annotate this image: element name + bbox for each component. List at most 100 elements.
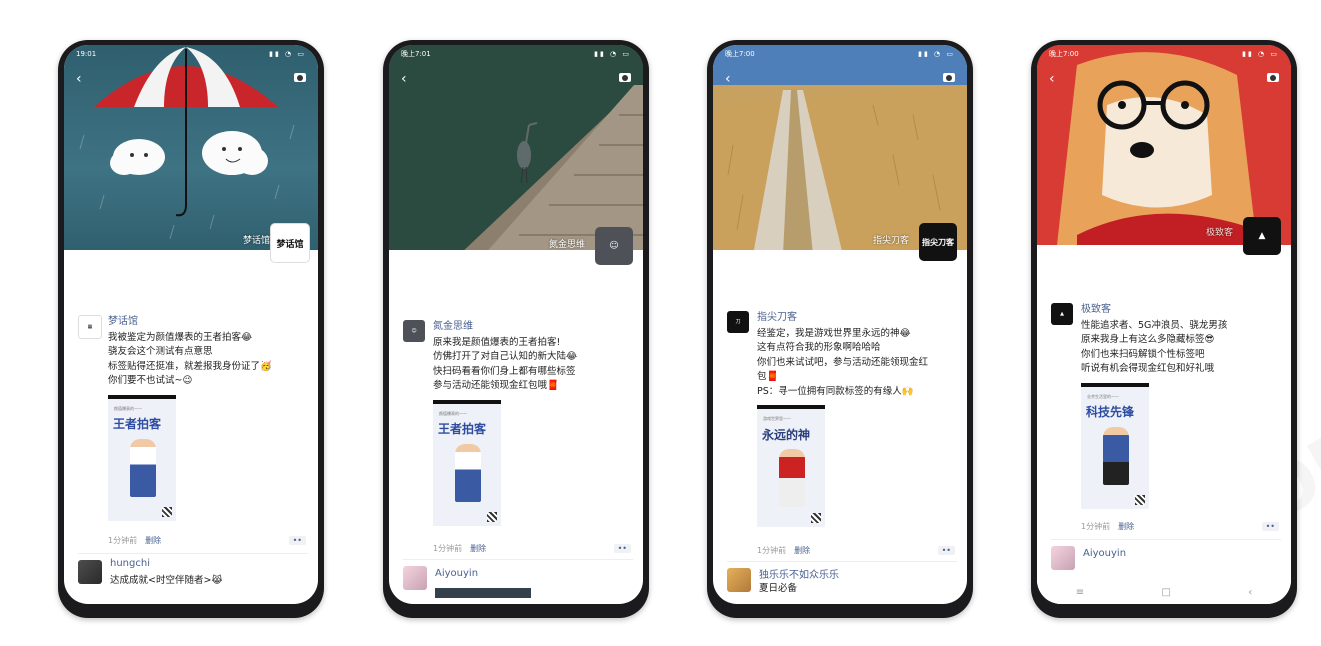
phone-1: 19:01 ▮▮ ◔ ▭ ‹ 梦话馆 梦话馆 ▦ 梦话馆 我被鉴定为颜值爆表的王… bbox=[58, 40, 324, 618]
post-time: 1分钟前 bbox=[757, 546, 787, 555]
umbrella-illustration bbox=[79, 47, 295, 240]
delete-link[interactable]: 删除 bbox=[470, 544, 486, 553]
cover-image-umbrella bbox=[64, 45, 318, 250]
owner-avatar[interactable]: 指尖刀客 bbox=[919, 223, 957, 261]
post-author-name[interactable]: 指尖刀客 bbox=[757, 311, 957, 326]
post-author-name[interactable]: 极致客 bbox=[1081, 303, 1281, 318]
delete-link[interactable]: 删除 bbox=[794, 546, 810, 555]
signal-battery-icons: ▮▮ ◔ ▭ bbox=[918, 50, 955, 58]
owner-avatar[interactable]: ☺ bbox=[595, 227, 633, 265]
owner-avatar[interactable]: ▲ bbox=[1243, 217, 1281, 255]
status-time: 晚上7:01 bbox=[401, 50, 431, 58]
comment-avatar[interactable] bbox=[1051, 546, 1075, 570]
post-poster-image[interactable]: 颜值爆表的—— 王者拍客 bbox=[108, 394, 176, 521]
post-text-line: 骁友会这个测试有点意思 bbox=[108, 346, 213, 357]
post-avatar[interactable]: 刀 bbox=[727, 311, 749, 333]
delete-link[interactable]: 删除 bbox=[145, 536, 161, 545]
post-author-name[interactable]: 氮金思维 bbox=[433, 320, 633, 335]
post-meta: 1分钟前 删除 •• bbox=[433, 543, 631, 554]
post-text-line: 我被鉴定为颜值爆表的王者拍客😂 bbox=[108, 331, 253, 343]
poster-subtitle: 游戏世界里—— bbox=[763, 416, 791, 421]
post-text-line: PS：寻一位拥有同款标签的有缘人🙌 bbox=[757, 385, 914, 397]
screenshot-collage: BOOD BOOD bbox=[0, 0, 1321, 646]
owner-avatar-text: 梦话馆 bbox=[276, 239, 304, 250]
post-text-line: 这有点符合我的形象啊哈哈哈 bbox=[757, 342, 881, 353]
back-icon[interactable]: ‹ bbox=[725, 71, 731, 87]
more-actions-button[interactable]: •• bbox=[937, 546, 955, 555]
signal-battery-icons: ▮▮ ◔ ▭ bbox=[1242, 50, 1279, 58]
android-nav-bar: ≡ □ ‹ bbox=[1037, 580, 1291, 604]
delete-link[interactable]: 删除 bbox=[1118, 522, 1134, 531]
post-poster-image[interactable]: 游戏世界里—— 永远的神 bbox=[757, 405, 825, 527]
comment-row: Aiyouyin bbox=[1051, 539, 1281, 578]
post-avatar[interactable]: ▲ bbox=[1051, 303, 1073, 325]
status-time: 晚上7:00 bbox=[725, 50, 755, 58]
phone-3: 晚上7:00 ▮▮ ◔ ▭ ‹ 指尖刀客 指尖刀客 刀 指尖刀客 经鉴定，我是游… bbox=[707, 40, 973, 618]
status-bar: 晚上7:01 ▮▮ ◔ ▭ bbox=[389, 45, 643, 63]
post-avatar[interactable]: ▦ bbox=[78, 315, 102, 339]
camera-icon[interactable] bbox=[294, 73, 306, 82]
owner-avatar-text: 指尖刀客 bbox=[922, 237, 954, 247]
signal-battery-icons: ▮▮ ◔ ▭ bbox=[269, 50, 306, 58]
signal-battery-icons: ▮▮ ◔ ▭ bbox=[594, 50, 631, 58]
post-text-line: 你们也来试试吧，参与活动还能领现金红 bbox=[757, 356, 929, 368]
comment-row: hungchi 达成成就<时空伴随者>😹 bbox=[78, 553, 308, 592]
phone-2: 晚上7:01 ▮▮ ◔ ▭ ‹ 氮金思维 ☺ ☺ 氮金思维 原来我是颜值爆表的王… bbox=[383, 40, 649, 618]
post-time: 1分钟前 bbox=[1081, 522, 1111, 531]
comment-row: Aiyouyin bbox=[403, 559, 633, 598]
post-meta: 1分钟前 删除 •• bbox=[108, 535, 306, 546]
poster-figure bbox=[130, 438, 156, 497]
owner-avatar-glyph: ☺ bbox=[609, 241, 619, 251]
comment-author[interactable]: 独乐乐不如众乐乐 bbox=[759, 566, 839, 581]
dirt-road-illustration bbox=[713, 45, 967, 250]
more-actions-button[interactable]: •• bbox=[1261, 522, 1279, 531]
home-nav-icon[interactable]: □ bbox=[1161, 587, 1170, 598]
post-text-line: 原来我是颜值爆表的王者拍客! bbox=[433, 336, 561, 348]
post-poster-image[interactable]: 业余生活里的—— 科技先锋 bbox=[1081, 382, 1149, 509]
camera-icon[interactable] bbox=[1267, 73, 1279, 82]
poster-title: 科技先锋 bbox=[1086, 405, 1135, 419]
wechat-moments-screen: 晚上7:01 ▮▮ ◔ ▭ ‹ 氮金思维 ☺ ☺ 氮金思维 原来我是颜值爆表的王… bbox=[389, 45, 643, 604]
comment-avatar[interactable] bbox=[403, 566, 427, 590]
poster-subtitle: 业余生活里的—— bbox=[1087, 393, 1119, 399]
more-actions-button[interactable]: •• bbox=[613, 544, 631, 553]
comment-avatar[interactable] bbox=[78, 560, 102, 584]
comment-image-thumb bbox=[435, 588, 531, 598]
back-icon[interactable]: ‹ bbox=[76, 71, 82, 87]
back-icon[interactable]: ‹ bbox=[401, 71, 407, 87]
moment-post: 刀 指尖刀客 经鉴定，我是游戏世界里永远的神😂 这有点符合我的形象啊哈哈哈 你们… bbox=[727, 311, 957, 527]
moment-post: ▦ 梦话馆 我被鉴定为颜值爆表的王者拍客😂 骁友会这个测试有点意思 标签贴得还挺… bbox=[78, 315, 308, 521]
owner-name: 指尖刀客 bbox=[872, 236, 909, 246]
poster-figure bbox=[1103, 426, 1129, 485]
camera-icon[interactable] bbox=[943, 73, 955, 82]
camera-icon[interactable] bbox=[619, 73, 631, 82]
qr-code-icon bbox=[811, 513, 821, 523]
post-author-name[interactable]: 梦话馆 bbox=[108, 315, 308, 330]
post-meta: 1分钟前 删除 •• bbox=[757, 545, 955, 556]
post-text-line: 标签贴得还挺准，就差报我身份证了🥳 bbox=[108, 360, 272, 372]
poster-subtitle: 颜值爆表的—— bbox=[439, 410, 467, 416]
moment-post: ☺ 氮金思维 原来我是颜值爆表的王者拍客! 仿佛打开了对自己认知的新大陆😂 快扫… bbox=[403, 320, 633, 526]
qr-code-icon bbox=[1135, 494, 1145, 505]
wechat-moments-screen: 19:01 ▮▮ ◔ ▭ ‹ 梦话馆 梦话馆 ▦ 梦话馆 我被鉴定为颜值爆表的王… bbox=[64, 45, 318, 604]
menu-nav-icon[interactable]: ≡ bbox=[1076, 587, 1084, 598]
comment-author[interactable]: Aiyouyin bbox=[435, 568, 478, 579]
status-bar: 晚上7:00 ▮▮ ◔ ▭ bbox=[713, 45, 967, 63]
post-avatar[interactable]: ☺ bbox=[403, 320, 425, 342]
back-icon[interactable]: ‹ bbox=[1049, 71, 1055, 87]
back-nav-icon[interactable]: ‹ bbox=[1248, 587, 1252, 598]
comment-text: 达成成就<时空伴随者>😹 bbox=[110, 575, 223, 586]
comment-author[interactable]: hungchi bbox=[110, 558, 150, 569]
more-actions-button[interactable]: •• bbox=[288, 536, 306, 545]
owner-avatar[interactable]: 梦话馆 bbox=[270, 223, 310, 263]
moment-post: ▲ 极致客 性能追求者、5G冲浪员、骁龙男孩 原来我身上有这么多隐藏标签😎 你们… bbox=[1051, 303, 1281, 509]
heron-pier-illustration bbox=[389, 45, 643, 250]
post-text-line: 仿佛打开了对自己认知的新大陆😂 bbox=[433, 351, 578, 362]
post-poster-image[interactable]: 颜值爆表的—— 王者拍客 bbox=[433, 399, 501, 526]
post-text-line: 听说有机会得现金红包和好礼哦 bbox=[1081, 363, 1215, 374]
post-text-line: 包🧧 bbox=[757, 371, 779, 382]
wechat-moments-screen: 晚上7:00 ▮▮ ◔ ▭ ‹ 极致客 ▲ ▲ 极致客 性能追求者、5G冲浪员、… bbox=[1037, 45, 1291, 604]
comment-author[interactable]: Aiyouyin bbox=[1083, 548, 1126, 559]
comment-avatar[interactable] bbox=[727, 568, 751, 592]
owner-avatar-glyph: ▲ bbox=[1258, 231, 1266, 241]
